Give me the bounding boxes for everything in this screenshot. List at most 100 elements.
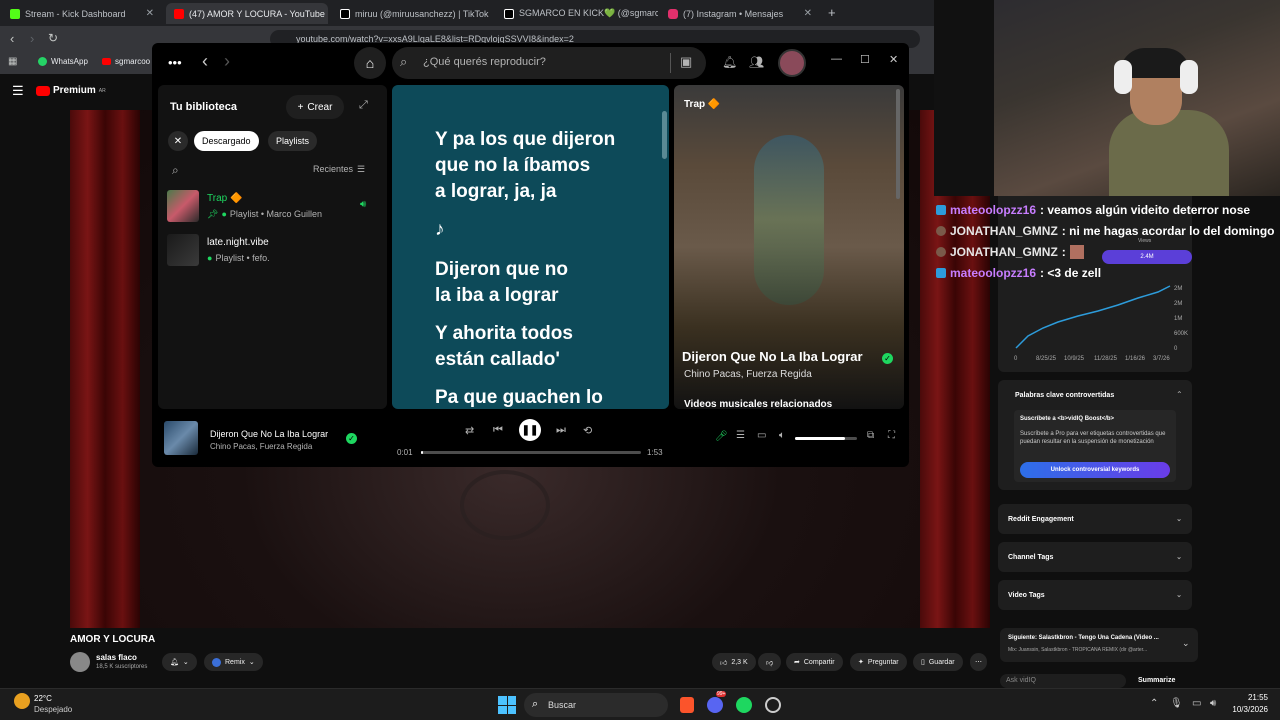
reddit-engagement-card[interactable]: Reddit Engagement ⌄ bbox=[998, 504, 1192, 534]
next-video-card[interactable]: Siguiente: Salastkbron - Tengo Una Caden… bbox=[1000, 628, 1198, 662]
tab-youtube[interactable]: (47) AMOR Y LOCURA - YouTube ✕ bbox=[166, 3, 328, 24]
obs-icon[interactable] bbox=[765, 697, 781, 713]
back-icon[interactable]: ‹ bbox=[10, 31, 14, 46]
search-input[interactable]: ⌕ ¿Qué querés reproducir? ▣ bbox=[392, 47, 706, 79]
previous-icon[interactable]: ⏮︎ bbox=[493, 424, 503, 437]
monitor-icon[interactable]: ▭ bbox=[1192, 698, 1201, 709]
next-icon[interactable]: ⏭︎ bbox=[556, 424, 566, 437]
share-button[interactable]: ➦ Compartir bbox=[786, 653, 843, 671]
clock-date[interactable]: 10/3/2026 bbox=[1220, 705, 1268, 714]
lyric-line[interactable]: Y ahorita todos bbox=[435, 321, 573, 347]
bookmark-whatsapp[interactable]: WhatsApp bbox=[38, 57, 88, 66]
avatar[interactable] bbox=[70, 652, 90, 672]
friends-icon[interactable]: 👥︎ bbox=[749, 55, 764, 69]
saved-check-icon[interactable]: ✓ bbox=[346, 433, 357, 444]
browse-icon[interactable]: ▣ bbox=[680, 54, 692, 70]
summarize-button[interactable]: Summarize bbox=[1138, 677, 1175, 684]
pause-button[interactable]: ❚❚ bbox=[519, 419, 541, 441]
youtube-logo[interactable]: Premium AR bbox=[36, 85, 106, 96]
spotify-icon[interactable] bbox=[736, 697, 752, 713]
clear-filter-button[interactable]: ✕ bbox=[168, 131, 188, 151]
bell-icon[interactable]: 🔔︎ bbox=[722, 55, 737, 69]
video-tags-card[interactable]: Video Tags ⌄ bbox=[998, 580, 1192, 610]
tab-tiktok[interactable]: miruu (@miruusanchezz) | TikTok bbox=[332, 3, 492, 24]
lyric-line[interactable]: están callado' bbox=[435, 347, 560, 373]
close-tab-icon[interactable]: ✕ bbox=[146, 8, 154, 19]
close-icon[interactable]: ✕ bbox=[889, 53, 898, 66]
filter-playlists-chip[interactable]: Playlists bbox=[268, 131, 318, 151]
tab-kick-dashboard[interactable]: Stream - Kick Dashboard ✕ bbox=[2, 3, 162, 24]
channel-tags-card[interactable]: Channel Tags ⌄ bbox=[998, 542, 1192, 572]
channel-name[interactable]: salas flaco bbox=[96, 653, 137, 662]
create-button[interactable]: + Crear bbox=[286, 95, 344, 119]
taskbar-search[interactable]: ⌕ Buscar bbox=[524, 693, 668, 717]
lyric-line[interactable]: a lograr, ja, ja bbox=[435, 179, 556, 205]
ask-vidiq-input[interactable]: Ask vidIQ bbox=[1000, 674, 1126, 688]
track-title[interactable]: Dijeron Que No La Iba Lograr bbox=[210, 429, 328, 439]
lyric-line[interactable]: ♪ bbox=[435, 217, 445, 243]
discord-icon[interactable]: 99+ bbox=[707, 691, 727, 713]
minimize-icon[interactable]: — bbox=[831, 53, 842, 65]
menu-icon[interactable]: ☰ bbox=[12, 83, 24, 99]
unlock-keywords-button[interactable]: Unlock controversial keywords bbox=[1020, 462, 1170, 478]
sort-button[interactable]: Recientes ☰ bbox=[313, 164, 365, 175]
like-button[interactable]: 👍︎ 2,3 K bbox=[712, 653, 756, 671]
list-item[interactable]: late.night.vibe ● Playlist • fefo. bbox=[166, 233, 381, 269]
connect-device-icon[interactable]: ▭ bbox=[757, 430, 766, 441]
save-button[interactable]: ▯ Guardar bbox=[913, 653, 963, 671]
start-button[interactable] bbox=[498, 696, 516, 714]
temperature[interactable]: 22°C bbox=[34, 694, 52, 703]
chevron-up-icon[interactable]: ⌃ bbox=[1176, 390, 1183, 399]
shuffle-icon[interactable]: ⇄ bbox=[465, 424, 474, 437]
volume-icon[interactable]: 🔈︎ bbox=[779, 430, 785, 441]
maximize-icon[interactable]: ☐ bbox=[860, 53, 870, 66]
microphone-icon[interactable]: 🎙︎ bbox=[1170, 698, 1183, 709]
dislike-button[interactable]: 👎︎ bbox=[758, 653, 782, 671]
library-title[interactable]: Tu biblioteca bbox=[170, 101, 237, 113]
chevron-down-icon[interactable]: ⌄ bbox=[1182, 638, 1190, 649]
progress-track[interactable] bbox=[421, 451, 641, 454]
now-playing-artists[interactable]: Chino Pacas, Fuerza Regida bbox=[684, 369, 812, 380]
track-cover[interactable] bbox=[164, 421, 198, 455]
weather-status[interactable]: Despejado bbox=[34, 705, 72, 714]
now-playing-title[interactable]: Dijeron Que No La Iba Lograr bbox=[682, 349, 863, 364]
list-item[interactable]: Trap 🔶 📌︎ ● Playlist • Marco Guillen 🔊︎ bbox=[166, 189, 381, 225]
close-tab-icon[interactable]: ✕ bbox=[804, 8, 812, 19]
brave-icon[interactable] bbox=[680, 697, 694, 713]
track-artists[interactable]: Chino Pacas, Fuerza Regida bbox=[210, 442, 312, 451]
lyrics-scrollbar[interactable] bbox=[662, 111, 667, 159]
new-tab-icon[interactable]: + bbox=[828, 5, 836, 20]
search-icon[interactable]: ⌕ bbox=[172, 163, 179, 178]
notifications-button[interactable]: 🔔︎ ⌄ bbox=[162, 653, 197, 671]
now-playing-context[interactable]: Trap 🔶 bbox=[684, 99, 720, 110]
lyric-line[interactable]: Y pa los que dijeron bbox=[435, 127, 615, 153]
saved-check-icon[interactable]: ✓ bbox=[882, 353, 893, 364]
tab-instagram[interactable]: (7) Instagram • Mensajes ✕ bbox=[660, 3, 820, 24]
back-icon[interactable]: ‹ bbox=[202, 51, 208, 72]
chevron-up-icon[interactable]: ⌃ bbox=[1150, 698, 1158, 709]
clock-time[interactable]: 21:55 bbox=[1226, 693, 1268, 702]
lyric-line[interactable]: que no la íbamos bbox=[435, 153, 590, 179]
fullscreen-icon[interactable]: ⛶ bbox=[888, 430, 895, 441]
more-icon[interactable]: ••• bbox=[168, 55, 182, 70]
avatar[interactable] bbox=[778, 49, 806, 77]
ask-button[interactable]: ✦ Preguntar bbox=[850, 653, 907, 671]
bookmark-sgmarcoo[interactable]: sgmarcoo bbox=[102, 57, 150, 66]
filter-downloaded-chip[interactable]: Descargado bbox=[194, 131, 259, 151]
reload-icon[interactable]: ↻ bbox=[48, 31, 58, 45]
apps-grid-icon[interactable]: ▦ bbox=[8, 56, 17, 67]
forward-icon[interactable]: › bbox=[224, 51, 230, 72]
panel-scrollbar[interactable] bbox=[896, 89, 900, 199]
lyrics-icon[interactable]: 🎤︎ bbox=[715, 431, 728, 442]
expand-icon[interactable]: ⤢ bbox=[359, 99, 368, 112]
miniplayer-icon[interactable]: ⧉ bbox=[867, 430, 874, 441]
weather-icon[interactable] bbox=[14, 693, 30, 709]
volume-slider[interactable] bbox=[795, 437, 857, 440]
tab-kick-sgmarco[interactable]: SGMARCO EN KICK💚 (@sgmarcozi bbox=[496, 3, 658, 24]
lyric-line[interactable]: Dijeron que no bbox=[435, 257, 568, 283]
forward-icon[interactable]: › bbox=[30, 31, 34, 46]
queue-icon[interactable]: ☰ bbox=[736, 430, 745, 441]
lyric-line[interactable]: Pa que guachen lo bbox=[435, 385, 603, 409]
lyric-line[interactable]: la iba a lograr bbox=[435, 283, 559, 309]
repeat-icon[interactable]: ⟲ bbox=[583, 424, 592, 437]
